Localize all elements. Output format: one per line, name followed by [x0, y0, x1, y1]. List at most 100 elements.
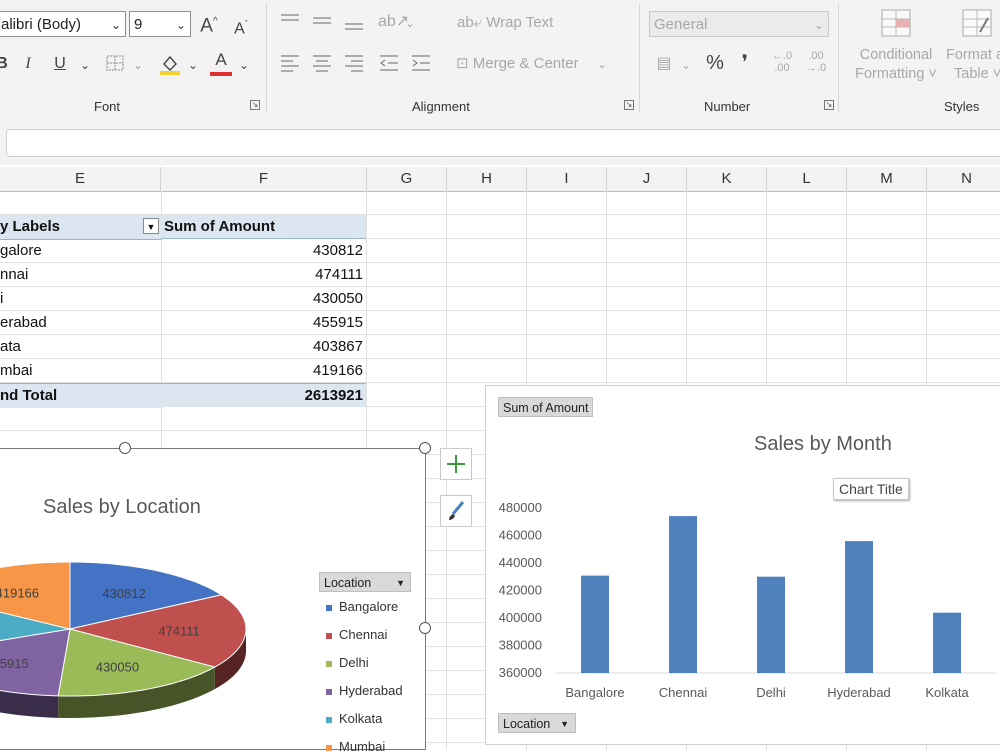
axis-field-button[interactable]: Location ▼ [498, 713, 576, 733]
alignment-dialog-launcher-icon[interactable]: ↘ [624, 100, 634, 110]
format-as-table-button[interactable]: Format a Table ˅ [944, 8, 1000, 83]
decrease-indent-icon[interactable] [379, 54, 399, 72]
legend-swatch [326, 632, 332, 639]
legend-item-delhi[interactable]: Delhi [326, 655, 369, 670]
conditional-formatting-label-1: Conditional [859, 47, 933, 63]
values-field-button[interactable]: Sum of Amount [498, 397, 594, 417]
italic-button[interactable]: I [20, 54, 36, 74]
filter-dropdown-icon[interactable]: ▼ [143, 218, 159, 234]
column-header-h[interactable]: H [447, 167, 527, 191]
align-bottom-icon[interactable] [344, 12, 364, 30]
pivot-row-value[interactable]: 430812 [161, 239, 363, 263]
column-header-i[interactable]: I [527, 167, 607, 191]
font-name-box[interactable]: alibri (Body) ⌄ [0, 11, 126, 37]
column-header-k[interactable]: K [687, 167, 767, 191]
pivot-row-value[interactable]: 419166 [161, 359, 363, 383]
percent-button[interactable]: % [703, 53, 727, 73]
bar-chart[interactable]: 360000 380000 400000 420000 440000 460000 4800… [485, 385, 1000, 745]
merge-center-button[interactable]: ⊡ Merge & Center ⌄ [456, 54, 626, 74]
column-header-f[interactable]: F [161, 167, 367, 191]
font-dialog-launcher-icon[interactable]: ↘ [250, 100, 260, 110]
chart-elements-button[interactable] [440, 448, 472, 480]
pivot-row-value[interactable]: 430050 [161, 287, 363, 311]
number-dialog-launcher-icon[interactable]: ↘ [824, 100, 834, 110]
legend-item-kolkata[interactable]: Kolkata [326, 711, 382, 726]
borders-button[interactable] [103, 53, 127, 79]
chart-styles-button[interactable] [440, 495, 472, 527]
bar-chart-title[interactable]: Sales by Month [754, 433, 892, 456]
decrease-decimal-button[interactable]: .00 →.0 [802, 50, 830, 74]
pivot-header-sum[interactable]: Sum of Amount [161, 215, 366, 239]
increase-indent-icon[interactable] [411, 54, 431, 72]
chevron-down-icon: ⌄ [110, 18, 121, 32]
wrap-text-button[interactable]: ab⤶ Wrap Text [457, 13, 557, 33]
font-color-button[interactable]: A [208, 50, 234, 76]
column-header-l[interactable]: L [767, 167, 847, 191]
grow-font-button[interactable]: A^ [198, 12, 220, 36]
align-left-icon[interactable] [280, 54, 300, 72]
resize-handle[interactable] [419, 442, 431, 454]
chevron-down-icon[interactable]: ⌄ [78, 55, 92, 75]
resize-handle[interactable] [419, 622, 431, 634]
align-center-icon[interactable] [312, 54, 332, 72]
align-top-icon[interactable] [280, 12, 300, 30]
legend-item-hyderabad[interactable]: Hyderabad [326, 683, 403, 698]
pivot-grand-total-label[interactable]: nd Total [0, 383, 161, 408]
pivot-row-label[interactable]: mbai [0, 359, 160, 383]
font-size-box[interactable]: 9 ⌄ [129, 11, 191, 37]
legend-item-mumbai[interactable]: Mumbai [326, 739, 385, 754]
fill-color-button[interactable] [157, 52, 183, 82]
pivot-row-label[interactable]: nnai [0, 263, 160, 287]
pie-chart[interactable]: 430812474111430050455915403867419166 Sal… [0, 448, 426, 754]
bold-button[interactable]: B [0, 54, 10, 74]
comma-style-button[interactable]: ❜ [735, 53, 755, 73]
pivot-row-value[interactable]: 455915 [161, 311, 363, 335]
y-tick-label: 420000 [499, 583, 542, 598]
pivot-row-label[interactable]: ata [0, 335, 160, 359]
column-header-j[interactable]: J [607, 167, 687, 191]
orientation-button[interactable]: ab↗ [378, 12, 409, 32]
column-header-e[interactable]: E [0, 167, 161, 191]
number-format-value: General [654, 16, 708, 33]
number-format-box[interactable]: General ⌄ [649, 11, 829, 37]
chevron-down-icon[interactable]: ⌄ [404, 13, 416, 33]
column-header-n[interactable]: N [927, 167, 1000, 191]
format-as-table-label-1: Format a [946, 47, 1000, 63]
chevron-down-icon[interactable]: ⌄ [237, 55, 251, 75]
pivot-row-value[interactable]: 474111 [161, 263, 363, 287]
resize-handle[interactable] [119, 442, 131, 454]
pie-data-label: 430050 [96, 659, 139, 674]
align-right-icon[interactable] [344, 54, 364, 72]
chevron-down-icon[interactable]: ⌄ [131, 55, 145, 75]
pivot-header-label: y Labels [0, 218, 61, 235]
shrink-font-button[interactable]: Aˇ [230, 14, 252, 39]
brush-icon [449, 501, 465, 520]
pivot-row-value[interactable]: 403867 [161, 335, 363, 359]
accounting-format-button[interactable]: ▤ [652, 54, 676, 74]
chevron-down-icon[interactable]: ⌄ [186, 55, 200, 75]
increase-decimal-button[interactable]: ←.0.00 [768, 50, 796, 74]
pivot-row-label[interactable]: galore [0, 239, 160, 263]
column-header-m[interactable]: M [847, 167, 927, 191]
formula-bar-input[interactable] [6, 129, 1000, 157]
fill-color-swatch [160, 71, 180, 75]
pie-chart-title[interactable]: Sales by Location [43, 496, 201, 519]
pivot-row-label[interactable]: i [0, 287, 160, 311]
y-tick-label: 480000 [499, 500, 542, 515]
pivot-grand-total-value[interactable]: 2613921 [161, 383, 366, 407]
group-divider [639, 4, 640, 112]
legend-item-bangalore[interactable]: Bangalore [326, 599, 398, 614]
legend-field-button[interactable]: Location ▼ [319, 572, 411, 592]
pivot-header-row-labels[interactable]: y Labels ▼ [0, 215, 161, 240]
column-header-g[interactable]: G [367, 167, 447, 191]
conditional-formatting-button[interactable]: Conditional Formatting ˅ [850, 8, 942, 83]
chevron-down-icon: ⌄ [596, 57, 607, 71]
legend-swatch [326, 716, 332, 723]
align-middle-icon[interactable] [312, 12, 332, 30]
underline-button[interactable]: U [52, 54, 68, 74]
pivot-row-label[interactable]: erabad [0, 311, 160, 335]
legend-label: Chennai [339, 627, 388, 642]
chevron-down-icon[interactable]: ⌄ [680, 55, 692, 75]
merge-center-icon: ⊡ [456, 55, 469, 72]
legend-item-chennai[interactable]: Chennai [326, 627, 387, 642]
